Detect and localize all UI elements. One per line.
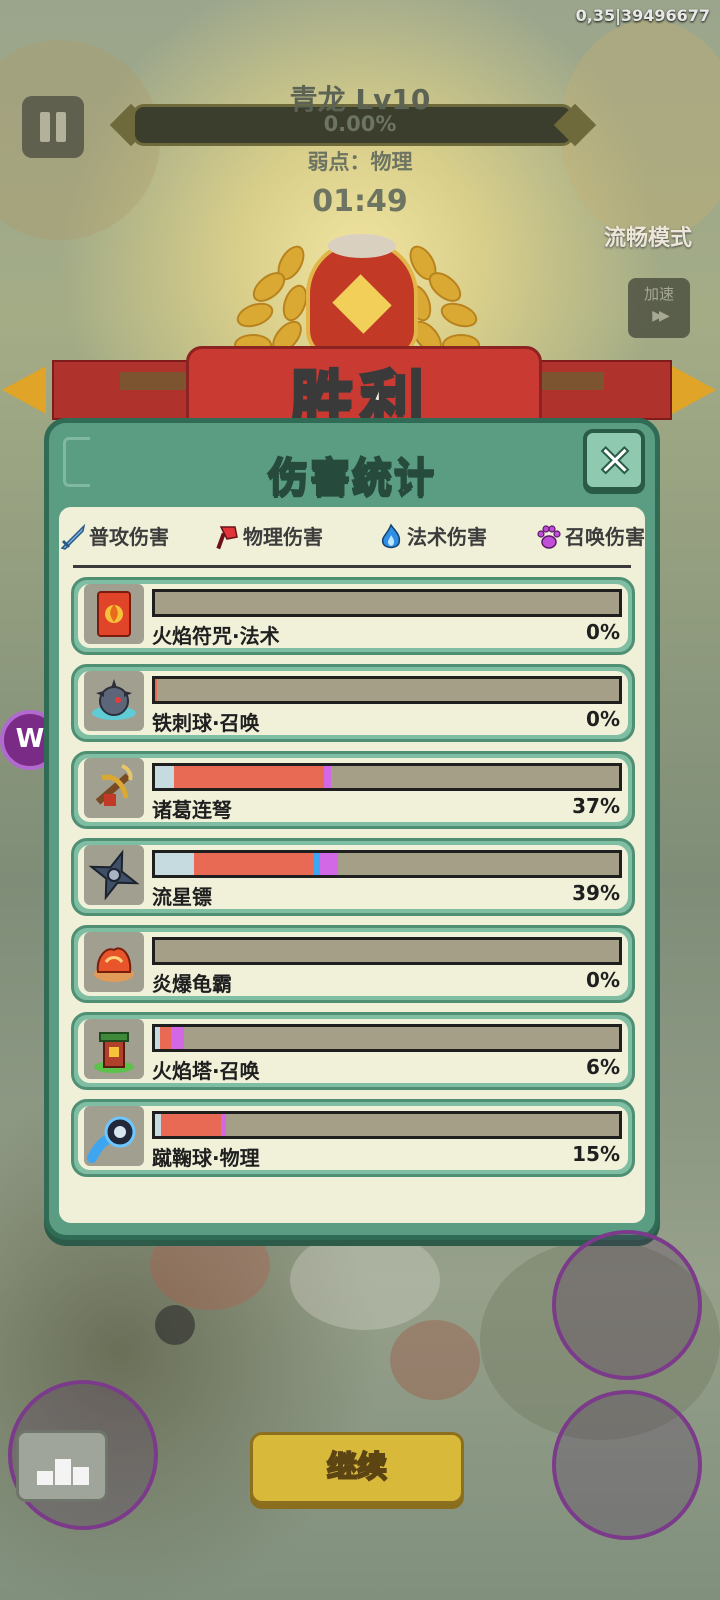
damage-row: 流星镖 39% — [71, 838, 635, 916]
skill-name: 炎爆龟霸 — [152, 972, 232, 996]
damage-bar — [152, 763, 622, 791]
skill-name: 诸葛连弩 — [152, 798, 232, 822]
skill-name: 蹴鞠球·物理 — [152, 1146, 260, 1170]
damage-percent: 0% — [586, 968, 620, 992]
damage-type-legend: 普攻伤害 物理伤害 法术伤害 召唤伤害 — [59, 513, 645, 559]
damage-segment-summon — [324, 766, 332, 788]
fire-talisman-icon — [84, 584, 144, 644]
damage-bar — [152, 589, 622, 617]
damage-segment-summon — [319, 853, 339, 875]
damage-percent: 37% — [572, 794, 620, 818]
damage-percent: 0% — [586, 620, 620, 644]
damage-bar — [152, 676, 622, 704]
damage-segment-physical — [155, 679, 157, 701]
damage-row: 铁刺球·召唤 0% — [71, 664, 635, 742]
legend-label: 物理伤害 — [243, 525, 323, 549]
skill-name: 铁刺球·召唤 — [152, 711, 260, 735]
flame-turtle-icon — [84, 932, 144, 992]
damage-percent: 15% — [572, 1142, 620, 1166]
fire-tower-icon — [84, 1019, 144, 1079]
damage-segment-summon — [171, 1027, 185, 1049]
panel-title: 伤害统计 — [267, 454, 436, 502]
fps-counter: 0,35|39496677 — [575, 6, 710, 25]
damage-row: 火焰塔·召唤 6% — [71, 1012, 635, 1090]
continue-label: 继续 — [326, 1449, 388, 1486]
damage-row: 火焰符咒·法术 0% — [71, 577, 635, 655]
skill-circle-bottom-right — [552, 1390, 702, 1540]
damage-segment-summon — [220, 1114, 226, 1136]
damage-row: 诸葛连弩 37% — [71, 751, 635, 829]
helmet-icon — [306, 234, 418, 360]
legend-label: 召唤伤害 — [565, 525, 645, 549]
damage-stats-panel: 伤害统计 × 普攻伤害 物理伤害 法术伤害 召唤伤害 火焰符咒·法术 0% 铁刺… — [44, 418, 660, 1240]
damage-row: 炎爆龟霸 0% — [71, 925, 635, 1003]
boss-weakness: 弱点：物理 — [307, 150, 413, 174]
continue-button[interactable]: 继续 — [250, 1432, 464, 1504]
damage-segment-physical — [173, 766, 325, 788]
sword-icon — [60, 523, 86, 550]
damage-segment-magic — [312, 853, 320, 875]
skill-name: 流星镖 — [152, 885, 212, 909]
kickball-icon — [84, 1106, 144, 1166]
skill-name: 火焰符咒·法术 — [152, 624, 280, 648]
legend-label: 普攻伤害 — [89, 525, 169, 549]
close-button[interactable]: × — [583, 429, 645, 491]
damage-segment-physical — [194, 853, 313, 875]
shuriken-icon — [84, 845, 144, 905]
axe-icon — [216, 526, 238, 550]
damage-bar — [152, 850, 622, 878]
damage-percent: 39% — [572, 881, 620, 905]
damage-bar — [152, 1111, 622, 1139]
legend-label: 法术伤害 — [407, 525, 487, 549]
skill-name: 火焰塔·召唤 — [152, 1059, 260, 1083]
damage-segment-physical — [159, 1027, 172, 1049]
damage-row: 蹴鞠球·物理 15% — [71, 1099, 635, 1177]
crossbow-icon — [84, 758, 144, 818]
flame-icon — [381, 523, 401, 549]
damage-segment-normal — [155, 766, 174, 788]
damage-bar — [152, 937, 622, 965]
spike-ball-icon — [84, 671, 144, 731]
close-icon: × — [596, 434, 635, 486]
battle-timer: 01:49 — [312, 184, 408, 219]
victory-banner: 胜利 — [0, 232, 720, 442]
damage-segment-normal — [155, 853, 195, 875]
legend-divider — [73, 565, 631, 568]
damage-percent: 0% — [586, 707, 620, 731]
paw-icon — [537, 525, 561, 549]
podium-icon[interactable] — [16, 1430, 108, 1502]
damage-bar — [152, 1024, 622, 1052]
damage-percent: 6% — [586, 1055, 620, 1079]
skill-circle-top-right — [552, 1230, 702, 1380]
boss-hp-percent: 0.00% — [323, 112, 397, 136]
damage-segment-physical — [160, 1114, 221, 1136]
stats-content: 普攻伤害 物理伤害 法术伤害 召唤伤害 火焰符咒·法术 0% 铁刺球·召唤 0%… — [59, 507, 645, 1223]
